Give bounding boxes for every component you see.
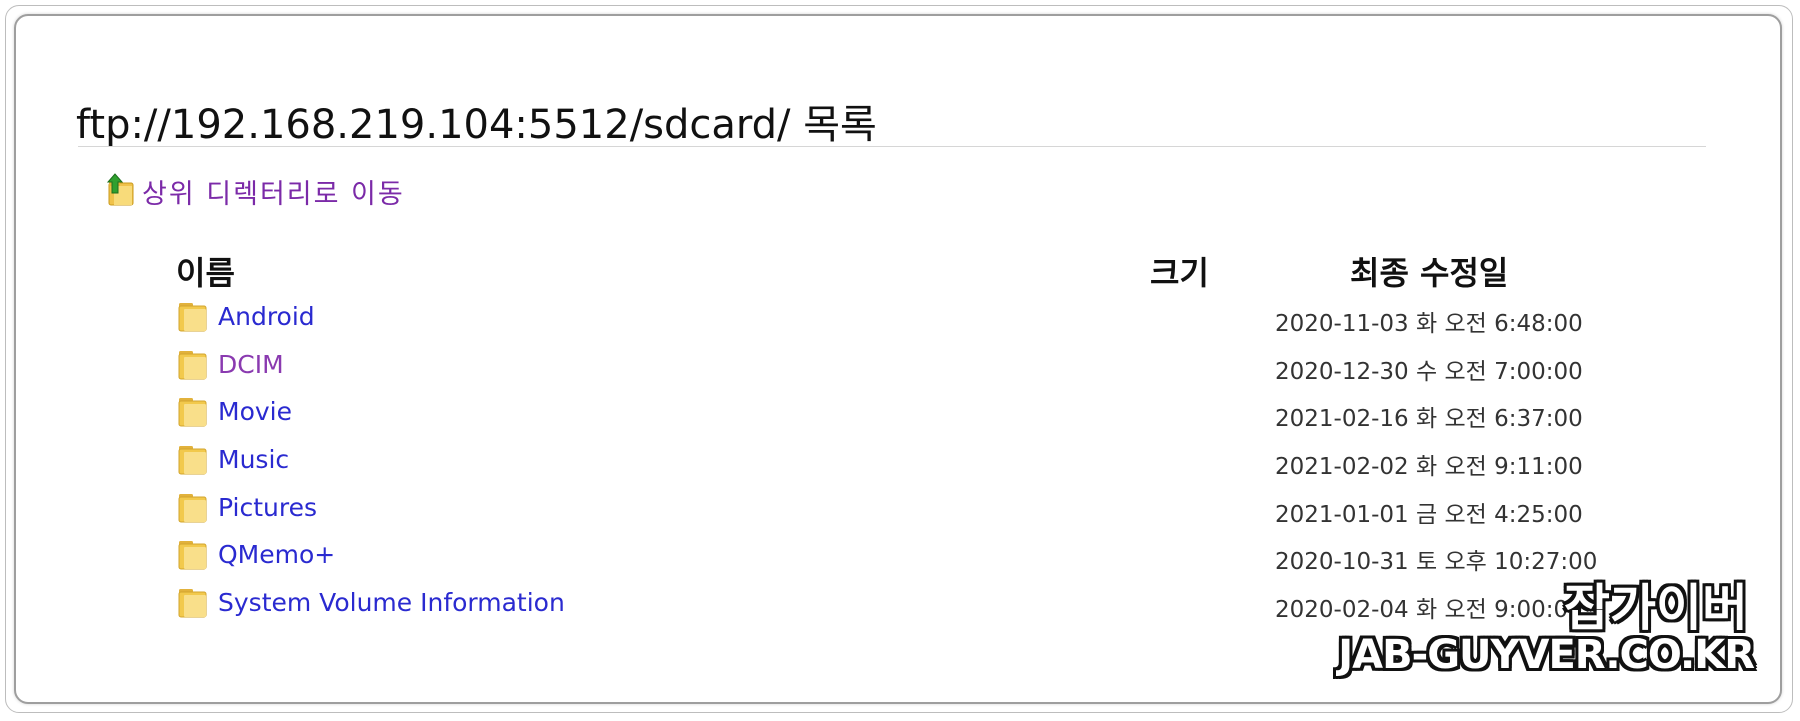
file-link[interactable]: DCIM xyxy=(218,350,284,379)
page-title: ftp://192.168.219.104:5512/sdcard/ 목록 xyxy=(76,102,877,148)
folder-icon xyxy=(178,349,208,381)
column-header-size: 크기 xyxy=(1150,254,1209,292)
watermark-korean: 잡가이버 xyxy=(1564,579,1748,637)
modified-date: 2021-02-02 화 오전 9:11:00 xyxy=(1275,454,1583,481)
parent-directory-link[interactable]: 상위 디렉터리로 이동 xyxy=(106,172,405,211)
table-row: Music 2021-02-02 화 오전 9:11:00 xyxy=(176,437,1676,485)
table-row: Pictures 2021-01-01 금 오전 4:25:00 xyxy=(176,485,1676,533)
modified-date: 2021-02-16 화 오전 6:37:00 xyxy=(1275,406,1583,433)
file-link[interactable]: Pictures xyxy=(218,493,317,522)
folder-icon xyxy=(178,539,208,571)
modified-date: 2020-12-30 수 오전 7:00:00 xyxy=(1275,358,1583,385)
table-row: System Volume Information 2020-02-04 화 오… xyxy=(176,580,1676,628)
modified-date: 2020-10-31 토 오후 10:27:00 xyxy=(1275,549,1598,576)
folder-icon xyxy=(178,444,208,476)
folder-icon xyxy=(178,587,208,619)
table-row: Movie 2021-02-16 화 오전 6:37:00 xyxy=(176,389,1676,437)
modified-date: 2020-02-04 화 오전 9:00:00 xyxy=(1275,597,1583,624)
file-list: Android 2020-11-03 화 오전 6:48:00 DCIM 202… xyxy=(176,294,1676,628)
folder-icon xyxy=(178,301,208,333)
file-link[interactable]: Movie xyxy=(218,397,292,426)
file-link[interactable]: QMemo+ xyxy=(218,540,335,569)
title-divider xyxy=(78,146,1706,147)
folder-icon xyxy=(178,396,208,428)
table-row: Android 2020-11-03 화 오전 6:48:00 xyxy=(176,294,1676,342)
file-link[interactable]: Android xyxy=(218,302,315,331)
file-link[interactable]: System Volume Information xyxy=(218,588,565,617)
modified-date: 2021-01-01 금 오전 4:25:00 xyxy=(1275,501,1583,528)
folder-icon xyxy=(178,492,208,524)
modified-date: 2020-11-03 화 오전 6:48:00 xyxy=(1275,311,1583,337)
parent-directory-label: 상위 디렉터리로 이동 xyxy=(142,179,405,210)
column-header-name: 이름 xyxy=(176,254,235,292)
column-header-modified: 최종 수정일 xyxy=(1350,254,1509,292)
table-row: QMemo+ 2020-10-31 토 오후 10:27:00 xyxy=(176,532,1676,580)
folder-up-icon xyxy=(106,172,136,211)
file-link[interactable]: Music xyxy=(218,445,289,474)
watermark-domain: JAB-GUYVER.CO.KR xyxy=(1338,632,1755,678)
table-row: DCIM 2020-12-30 수 오전 7:00:00 xyxy=(176,342,1676,390)
